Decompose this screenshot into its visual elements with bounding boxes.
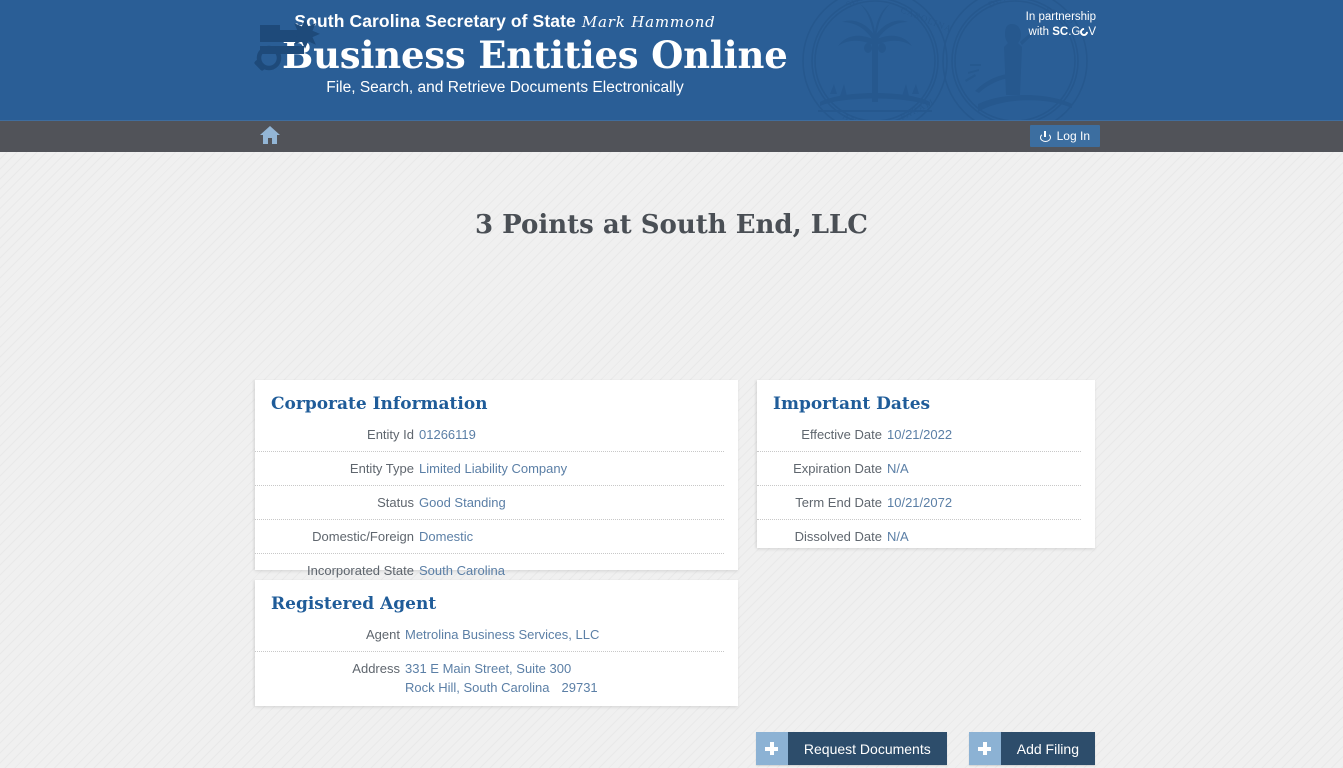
- date-row: Term End Date 10/21/2072: [757, 485, 1081, 519]
- partnership-line-1: In partnership: [1025, 11, 1096, 23]
- important-dates-panel: Important Dates Effective Date 10/21/202…: [757, 380, 1095, 548]
- address-city-state: Rock Hill, South Carolina: [405, 680, 550, 695]
- info-label: Entity Id: [367, 427, 414, 442]
- site-header: SOUTH CAROLINA ANIMIS PARATI DUM SPIRO M…: [0, 0, 1343, 120]
- request-documents-label: Request Documents: [787, 732, 947, 765]
- info-row: Entity Id 01266119: [255, 422, 724, 451]
- action-button-row: Request Documents Add Filing: [255, 732, 1095, 765]
- address-label: Address: [352, 661, 400, 676]
- address-line-2: Rock Hill, South Carolina 29731: [405, 678, 724, 697]
- agent-label: Agent: [366, 627, 400, 642]
- power-icon: [1039, 130, 1051, 142]
- agency-line: South Carolina Secretary of State Mark Ha…: [252, 10, 722, 33]
- info-value: 01266119: [419, 427, 476, 442]
- corporate-information-title: Corporate Information: [271, 394, 488, 414]
- important-dates-list: Effective Date 10/21/2022 Expiration Dat…: [757, 422, 1095, 553]
- page-content: 3 Points at South End, LLC Corporate Inf…: [0, 152, 1343, 768]
- info-label: Status: [377, 495, 414, 510]
- plus-icon: [978, 742, 992, 755]
- business-entities-logo-icon: [252, 15, 322, 75]
- svg-text:CAROLINA: CAROLINA: [899, 5, 953, 35]
- request-documents-icon-box: [755, 732, 788, 765]
- app-title: Business Entities Online: [282, 33, 788, 77]
- date-row: Effective Date 10/21/2022: [757, 422, 1081, 451]
- corporate-information-panel: Corporate Information Entity Id 01266119…: [255, 380, 738, 578]
- agent-row: Agent Metrolina Business Services, LLC: [255, 622, 724, 651]
- registered-agent-list: Agent Metrolina Business Services, LLC A…: [255, 622, 738, 704]
- scgov-v: V: [1088, 26, 1096, 38]
- main-navbar: Log In: [0, 120, 1343, 152]
- registered-agent-title: Registered Agent: [271, 594, 437, 614]
- date-value: N/A: [887, 529, 909, 544]
- date-label: Effective Date: [801, 427, 882, 442]
- add-filing-icon-box: [968, 732, 1001, 765]
- date-row: Expiration Date N/A: [757, 451, 1081, 485]
- info-label: Entity Type: [349, 461, 414, 476]
- info-value: Limited Liability Company: [419, 461, 568, 476]
- partnership-line-2: with SC.G V: [1026, 25, 1096, 40]
- info-value: Domestic: [419, 529, 474, 544]
- registered-agent-panel: Registered Agent Agent Metrolina Busines…: [255, 580, 738, 706]
- info-row: Status Good Standing: [255, 485, 724, 519]
- home-button[interactable]: [256, 123, 284, 151]
- date-row: Dissolved Date N/A: [757, 519, 1081, 553]
- svg-text:PARATI: PARATI: [898, 97, 935, 120]
- svg-text:SOUTH: SOUTH: [844, 0, 880, 10]
- info-label: Domestic/Foreign: [312, 529, 414, 544]
- login-label: Log In: [1056, 129, 1090, 143]
- agency-name: South Carolina Secretary of State: [294, 11, 576, 31]
- request-documents-button[interactable]: Request Documents: [755, 732, 947, 765]
- address-value: 331 E Main Street, Suite 300 Rock Hill, …: [405, 659, 724, 697]
- agent-value: Metrolina Business Services, LLC: [405, 627, 600, 642]
- info-value: Good Standing: [419, 495, 506, 510]
- date-value: N/A: [887, 461, 909, 476]
- date-value: 10/21/2022: [887, 427, 953, 442]
- info-row: Entity Type Limited Liability Company: [255, 451, 724, 485]
- partnership-with-label: with: [1028, 26, 1049, 38]
- add-filing-button[interactable]: Add Filing: [968, 732, 1095, 765]
- info-value: South Carolina: [419, 563, 505, 578]
- home-icon: [259, 125, 281, 150]
- partnership-badge: In partnership with SC.G V: [1026, 10, 1096, 40]
- date-value: 10/21/2072: [887, 495, 953, 510]
- secretary-signature: Mark Hammond: [581, 13, 716, 31]
- address-row: Address 331 E Main Street, Suite 300 Roc…: [255, 651, 724, 704]
- add-filing-label: Add Filing: [1000, 732, 1095, 765]
- important-dates-title: Important Dates: [773, 394, 931, 414]
- plus-icon: [765, 742, 779, 755]
- scgov-dotg: .G: [1068, 26, 1081, 38]
- svg-text:DUM: DUM: [986, 0, 1012, 10]
- app-tagline: File, Search, and Retrieve Documents Ele…: [326, 79, 684, 96]
- date-label: Expiration Date: [793, 461, 882, 476]
- date-label: Term End Date: [795, 495, 882, 510]
- address-line-1: 331 E Main Street, Suite 300: [405, 661, 572, 676]
- brand-block: South Carolina Secretary of State Mark Ha…: [252, 10, 788, 99]
- date-label: Dissolved Date: [794, 529, 882, 544]
- corporate-information-list: Entity Id 01266119 Entity Type Limited L…: [255, 422, 738, 587]
- info-row: Domestic/Foreign Domestic: [255, 519, 724, 553]
- address-zip: 29731: [561, 680, 598, 695]
- page-title: 3 Points at South End, LLC: [475, 210, 868, 240]
- svg-text:ANIMIS: ANIMIS: [841, 111, 880, 120]
- login-button[interactable]: Log In: [1029, 125, 1100, 147]
- info-label: Incorporated State: [307, 563, 414, 578]
- scgov-sc: SC: [1052, 26, 1069, 38]
